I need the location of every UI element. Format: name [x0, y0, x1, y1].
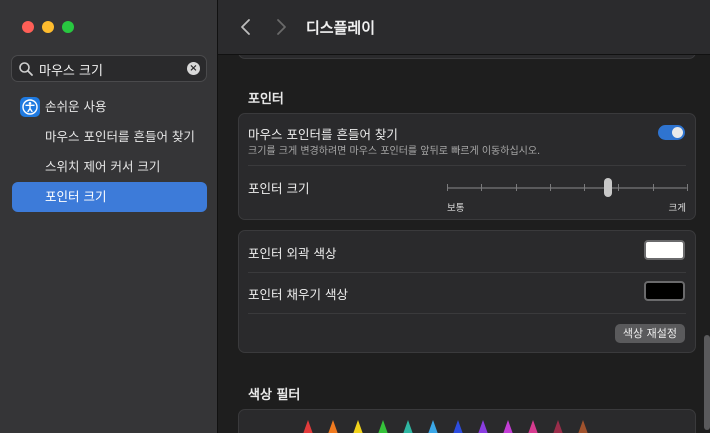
window-title: 디스플레이	[306, 19, 376, 37]
color-pencil-icon	[353, 420, 363, 433]
clear-search-icon[interactable]: ×	[187, 62, 200, 75]
color-pencil-icon	[428, 420, 438, 433]
settings-content: 포인터 마우스 포인터를 흔들어 찾기 크기를 크게 변경하려면 마우스 포인터…	[218, 55, 710, 433]
color-filter-card	[238, 409, 696, 433]
shake-to-locate-description: 크기를 크게 변경하려면 마우스 포인터를 앞뒤로 빠르게 이동하십시오.	[248, 146, 541, 157]
slider-tick	[515, 184, 517, 191]
slider-tick	[652, 184, 654, 191]
sidebar-item-label: 포인터 크기	[45, 189, 107, 204]
main-pane: 디스플레이 포인터 마우스 포인터를 흔들어 찾기 크기를 크게 변경하려면 마…	[218, 0, 710, 433]
search-icon	[19, 62, 33, 76]
color-pencil-icon	[553, 420, 563, 433]
slider-tick	[618, 184, 620, 191]
slider-min-label: 보통	[447, 203, 465, 214]
slider-tick	[549, 184, 551, 191]
sidebar-item-label: 스위치 제어 커서 크기	[45, 159, 161, 174]
color-pencil-icon	[578, 420, 588, 433]
pointer-fill-color-well[interactable]	[644, 281, 685, 301]
sidebar-item-pointer-size[interactable]: 포인터 크기	[12, 182, 207, 212]
slider-tick	[584, 184, 586, 191]
sidebar-item-label: 마우스 포인터를 흔들어 찾기	[45, 129, 195, 144]
color-pencil-icon	[478, 420, 488, 433]
minimize-window-button[interactable]	[42, 21, 54, 33]
pointer-size-slider-track[interactable]	[447, 187, 687, 189]
toolbar: 디스플레이	[218, 0, 710, 55]
slider-tick	[447, 184, 448, 191]
sidebar-item-switch-cursor-size[interactable]: 스위치 제어 커서 크기	[12, 152, 207, 182]
color-pencil-icon	[403, 420, 413, 433]
pointer-section-heading: 포인터	[248, 92, 284, 107]
color-pencil-icon	[303, 420, 313, 433]
pointer-outline-color-label: 포인터 외곽 색상	[248, 246, 337, 261]
sidebar-item-label: 손쉬운 사용	[45, 99, 107, 114]
color-pencil-icon	[453, 420, 463, 433]
color-pencil-icon	[503, 420, 513, 433]
pointer-size-label: 포인터 크기	[248, 181, 310, 196]
shake-to-locate-label: 마우스 포인터를 흔들어 찾기	[248, 127, 398, 142]
pointer-size-slider-knob[interactable]	[603, 178, 612, 197]
divider	[248, 313, 686, 314]
sidebar: × 손쉬운 사용 마우스 포인터를 흔들어 찾기 스위치 제어 커서 크기 포인…	[0, 0, 218, 433]
zoom-window-button[interactable]	[62, 21, 74, 33]
pointer-card: 마우스 포인터를 흔들어 찾기 크기를 크게 변경하려면 마우스 포인터를 앞뒤…	[238, 113, 696, 220]
accessibility-icon	[20, 97, 40, 117]
sidebar-item-accessibility[interactable]: 손쉬운 사용	[12, 92, 207, 122]
search-input[interactable]	[39, 59, 189, 79]
color-pencil-icon	[378, 420, 388, 433]
toggle-knob	[672, 127, 683, 138]
pointer-fill-color-label: 포인터 채우기 색상	[248, 287, 348, 302]
color-pencil-icon	[328, 420, 338, 433]
sidebar-item-shake-pointer[interactable]: 마우스 포인터를 흔들어 찾기	[12, 122, 207, 152]
divider	[248, 272, 686, 273]
forward-chevron-icon[interactable]	[271, 15, 291, 39]
slider-tick	[481, 184, 483, 191]
color-pencil-icon	[528, 420, 538, 433]
pointer-colors-card: 포인터 외곽 색상 포인터 채우기 색상 색상 재설정	[238, 230, 696, 353]
color-filter-section-heading: 색상 필터	[248, 388, 301, 403]
close-window-button[interactable]	[22, 21, 34, 33]
shake-to-locate-toggle[interactable]	[658, 125, 685, 140]
scrollbar[interactable]	[704, 335, 710, 430]
slider-tick	[687, 184, 688, 191]
reset-colors-button[interactable]: 색상 재설정	[614, 324, 685, 343]
search-field[interactable]: ×	[11, 55, 207, 82]
divider	[248, 165, 686, 166]
previous-card	[238, 55, 696, 59]
pointer-outline-color-well[interactable]	[644, 240, 685, 260]
back-chevron-icon[interactable]	[236, 15, 256, 39]
slider-max-label: 크게	[668, 203, 686, 214]
